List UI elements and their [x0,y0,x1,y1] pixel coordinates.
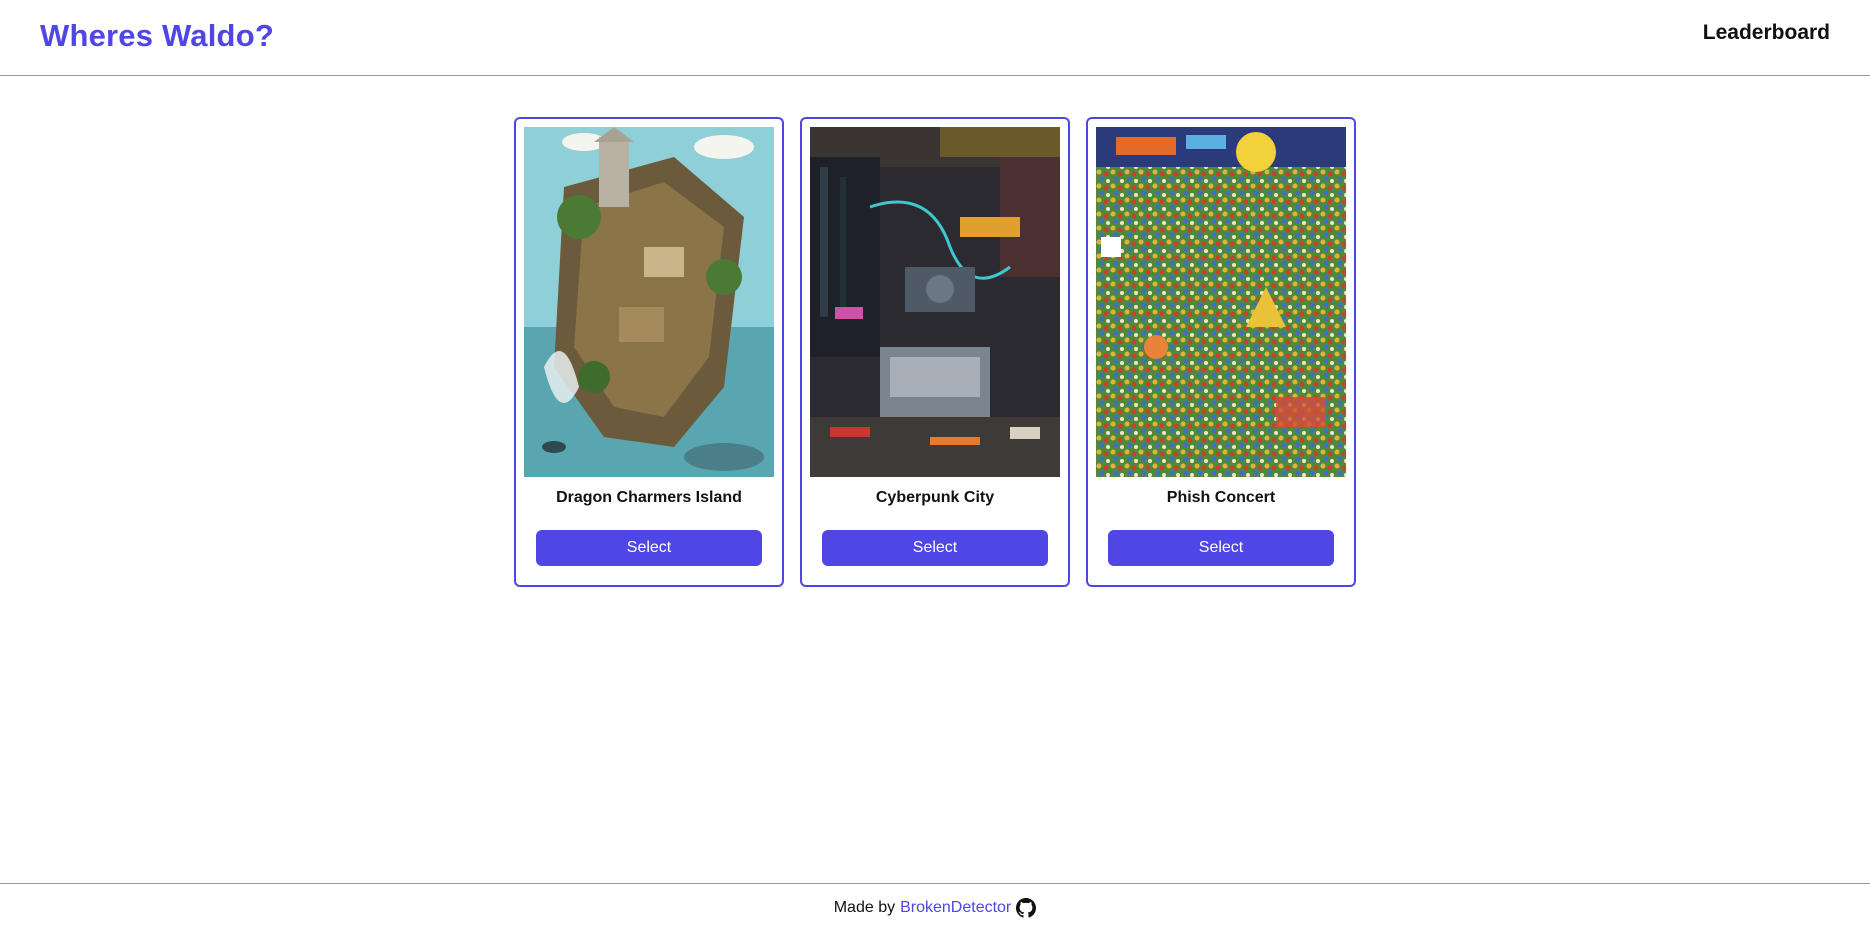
card-title: Cyberpunk City [875,489,995,506]
leaderboard-link[interactable]: Leaderboard [1703,21,1830,45]
level-card-phish-concert: Phish Concert Select [1086,117,1356,587]
site-title[interactable]: Wheres Waldo? [40,18,274,54]
level-card-cyberpunk-city: Cyberpunk City Select [800,117,1070,587]
level-card-dragon-charmers-island: Dragon Charmers Island Select [514,117,784,587]
cyberpunk-city-image [810,127,1060,477]
github-icon[interactable] [1016,897,1037,918]
dragon-charmers-island-image [524,127,774,477]
site-footer: Made by BrokenDetector [0,883,1870,931]
card-title: Phish Concert [1166,489,1276,506]
phish-concert-image [1096,127,1346,477]
author-link[interactable]: BrokenDetector [900,899,1011,917]
select-button[interactable]: Select [1108,530,1334,566]
select-button[interactable]: Select [822,530,1048,566]
site-header: Wheres Waldo? Leaderboard [0,0,1870,76]
card-title: Dragon Charmers Island [556,489,742,506]
level-cards: Dragon Charmers Island Select Cyberpunk … [514,117,1356,587]
select-button[interactable]: Select [536,530,762,566]
made-by-text: Made by [833,898,896,916]
